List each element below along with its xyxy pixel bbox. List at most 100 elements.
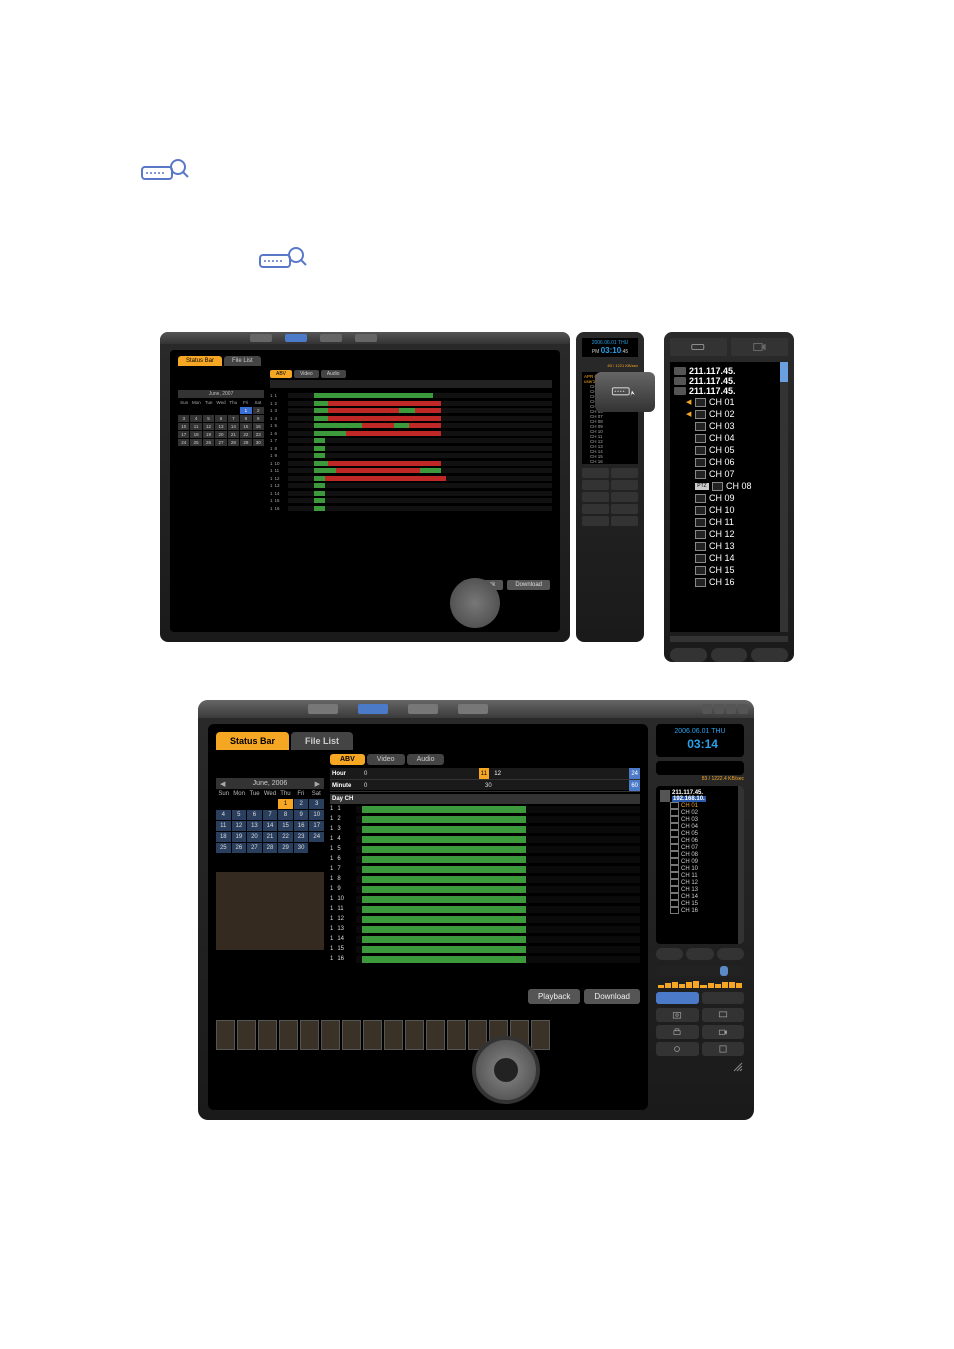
thumb[interactable] [279, 1020, 298, 1050]
filter-video[interactable]: Video [367, 754, 405, 765]
mode-icon-active[interactable] [358, 704, 388, 714]
thumb[interactable] [384, 1020, 403, 1050]
timeline-row[interactable]: 13 [330, 824, 640, 834]
channel-item[interactable]: CH 10 [686, 504, 784, 516]
timeline-row[interactable]: 11 [270, 392, 552, 400]
calendar[interactable]: ◀ June, 2006 ▶ SunMonTueWedThuFriSat 123… [216, 778, 324, 853]
calendar-day[interactable]: 11 [190, 423, 201, 430]
channel-item[interactable]: CH 16 [686, 576, 784, 588]
calendar-day[interactable]: 7 [263, 810, 278, 820]
thumb[interactable] [300, 1020, 319, 1050]
calendar-day[interactable]: 2 [253, 407, 264, 414]
channel-item[interactable]: CH 09 [686, 492, 784, 504]
calendar-day[interactable]: 25 [190, 439, 201, 446]
channel-item[interactable]: CH 15 [686, 564, 784, 576]
calendar-day[interactable]: 28 [228, 439, 239, 446]
channel-item[interactable]: CH 05 [686, 444, 784, 456]
jog-control[interactable] [472, 1036, 540, 1104]
tab-status-bar[interactable]: Status Bar [178, 356, 222, 366]
calendar-day[interactable] [203, 407, 214, 414]
calendar-day[interactable] [178, 407, 189, 414]
calendar-day[interactable]: 8 [278, 810, 293, 820]
calendar-day[interactable]: 3 [309, 799, 324, 809]
tree-channel[interactable]: CH 04 [660, 823, 740, 830]
side-btn[interactable] [611, 468, 638, 478]
calendar-day[interactable]: 12 [232, 821, 247, 831]
calendar-day[interactable]: 8 [240, 415, 251, 422]
timeline-row[interactable]: 17 [330, 864, 640, 874]
timeline-row[interactable]: 115 [330, 944, 640, 954]
time-slider[interactable] [656, 761, 744, 775]
calendar-day[interactable]: 22 [278, 832, 293, 842]
channel-item[interactable]: CH 03 [686, 420, 784, 432]
settings-icon[interactable] [656, 1042, 699, 1056]
channel-item[interactable]: CH 06 [686, 456, 784, 468]
calendar-day[interactable]: 7 [228, 415, 239, 422]
side-btn[interactable] [582, 468, 609, 478]
calendar-day[interactable]: 4 [190, 415, 201, 422]
calendar-day[interactable]: 29 [278, 843, 293, 853]
calendar-day[interactable]: 13 [215, 423, 226, 430]
calendar-day[interactable]: 17 [178, 431, 189, 438]
timeline-row[interactable]: 116 [330, 954, 640, 964]
tree-channel[interactable]: CH 03 [660, 816, 740, 823]
tab-file-list[interactable]: File List [291, 732, 353, 750]
calendar-day[interactable]: 6 [215, 415, 226, 422]
timeline-row[interactable]: 18 [270, 445, 552, 453]
filter-abv[interactable]: ABV [330, 754, 365, 765]
timeline-row[interactable]: 14 [330, 834, 640, 844]
calendar-day[interactable]: 22 [240, 431, 251, 438]
thumb[interactable] [426, 1020, 445, 1050]
thumb[interactable] [405, 1020, 424, 1050]
calendar-day[interactable]: 20 [247, 832, 262, 842]
jog-control[interactable] [450, 578, 500, 628]
tree-channel[interactable]: CH 05 [660, 830, 740, 837]
dvr-node[interactable]: 211.117.45. [674, 376, 784, 386]
timeline-row[interactable]: 19 [330, 884, 640, 894]
calendar-day[interactable]: 14 [263, 821, 278, 831]
cam-tab-icon[interactable] [731, 338, 788, 356]
calendar-day[interactable]: 1 [240, 407, 251, 414]
side-btn[interactable] [611, 504, 638, 514]
filter-sensor[interactable]: Sensor [516, 370, 535, 376]
calendar-day[interactable]: 18 [190, 431, 201, 438]
calendar-day[interactable] [263, 799, 278, 809]
scrollbar[interactable] [780, 362, 788, 632]
scrollbar[interactable] [738, 786, 744, 944]
filter-audio[interactable]: Audio [537, 370, 552, 376]
timeline-row[interactable]: 112 [330, 914, 640, 924]
prev-month-icon[interactable]: ◀ [220, 780, 225, 788]
calendar-day[interactable]: 2 [294, 799, 309, 809]
calendar-day[interactable]: 9 [294, 810, 309, 820]
timeline-row[interactable]: 115 [270, 497, 552, 505]
tab-status-bar[interactable]: Status Bar [216, 732, 289, 750]
calendar-day[interactable]: 17 [309, 821, 324, 831]
timeline-row[interactable]: 114 [270, 490, 552, 498]
dvr-node[interactable]: 211.117.45. [674, 386, 784, 396]
channel-item[interactable]: CH 11 [686, 516, 784, 528]
camera-icon[interactable] [702, 1025, 745, 1039]
layout-btn[interactable] [717, 948, 744, 960]
timeline-row[interactable]: 12 [330, 814, 640, 824]
tree-channel[interactable]: CH 01 [660, 802, 740, 809]
timeline-row[interactable]: 12 [270, 400, 552, 408]
timeline-row[interactable]: 113 [330, 924, 640, 934]
timeline-row[interactable]: 116 [270, 505, 552, 513]
layout-btn[interactable] [686, 948, 713, 960]
layout-btn[interactable] [670, 648, 707, 662]
save-icon[interactable] [702, 1042, 745, 1056]
dvr-node[interactable]: 211.117.45. [674, 366, 784, 376]
timeline-row[interactable]: 13 [270, 407, 552, 415]
calendar-day[interactable]: 19 [203, 431, 214, 438]
layout-btn[interactable] [656, 948, 683, 960]
volume-slider[interactable] [656, 966, 744, 976]
calendar-day[interactable]: 21 [228, 431, 239, 438]
calendar-day[interactable]: 26 [232, 843, 247, 853]
side-btn[interactable] [582, 492, 609, 502]
side-btn[interactable] [611, 492, 638, 502]
calendar-day[interactable]: 19 [232, 832, 247, 842]
snapshot-icon[interactable] [656, 1008, 699, 1022]
calendar-day[interactable] [216, 799, 231, 809]
calendar-day[interactable]: 25 [216, 843, 231, 853]
tree-channel[interactable]: CH 08 [660, 851, 740, 858]
